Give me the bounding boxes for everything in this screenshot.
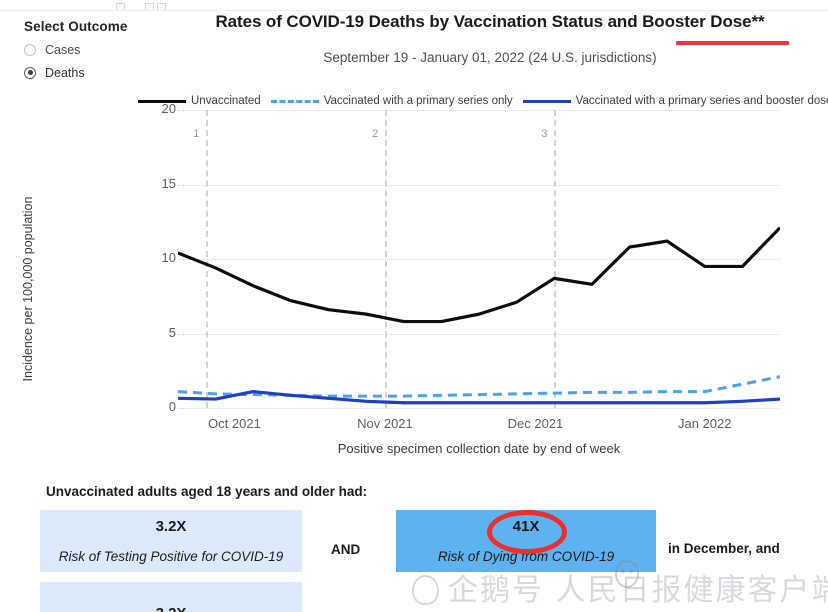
chart-subtitle: September 19 - January 01, 2022 (24 U.S.…: [323, 50, 657, 65]
stat-caption-cases-december: Risk of Testing Positive for COVID-19: [58, 548, 284, 564]
chart-title: Rates of COVID-19 Deaths by Vaccination …: [215, 12, 765, 31]
radio-option-cases[interactable]: Cases: [24, 42, 154, 57]
y-axis-tick-label: 10: [161, 250, 176, 265]
toolbar-icon-1[interactable]: [116, 3, 125, 10]
stat-box-deaths-december[interactable]: 41X Risk of Dying from COVID-19: [396, 510, 656, 572]
stat-multiplier-cases-december: 3.2X: [155, 517, 187, 535]
plot-area: 1 2 3 Oct 2021 Nov 2021 Dec 2021 Jan 2022: [178, 110, 780, 431]
x-axis-title: Positive specimen collection date by end…: [337, 441, 621, 456]
chart-legend: Unvaccinated Vaccinated with a primary s…: [138, 95, 828, 107]
toolbar-strip: [0, 0, 828, 11]
stat-box-cases-december[interactable]: 3.2X Risk of Testing Positive for COVID-…: [40, 510, 302, 572]
legend-line-icon-booster: [522, 99, 571, 103]
radio-icon-deaths: [24, 66, 36, 79]
y-axis-tick-label: 15: [161, 175, 176, 191]
radio-icon-cases: [24, 43, 36, 56]
radio-option-deaths[interactable]: Deaths: [24, 65, 154, 80]
legend-label-booster: Vaccinated with a primary series and boo…: [575, 95, 828, 107]
x-axis-tick-label: Dec 2021: [507, 416, 564, 431]
legend-line-icon-primary-series: [270, 99, 319, 103]
outcome-selector-title: Select Outcome: [24, 19, 128, 34]
line-chart: Incidence per 100,000 population 0 5 10 15 2…: [0, 101, 828, 456]
y-axis-ticks: 0 5 10 15 20: [150, 101, 176, 414]
radio-label-cases: Cases: [45, 42, 81, 57]
legend-item-primary-series[interactable]: Vaccinated with a primary series only: [270, 95, 513, 107]
x-axis-tick-label: Oct 2021: [208, 416, 261, 431]
stat-caption-deaths-december: Risk of Dying from COVID-19: [437, 548, 615, 564]
comparison-trailing-text: in December, and: [668, 541, 780, 556]
legend-label-unvaccinated: Unvaccinated: [191, 95, 261, 107]
y-axis-title: Incidence per 100,000 population: [21, 196, 35, 382]
series-line: [178, 226, 780, 324]
toolbar-icon-3[interactable]: [157, 3, 166, 10]
x-axis-tick-label: Jan 2022: [678, 416, 732, 431]
stat-multiplier-deaths-december: 41X: [512, 517, 540, 535]
title-underline-annotation: [676, 41, 789, 45]
legend-label-primary-series: Vaccinated with a primary series only: [323, 95, 513, 107]
legend-item-booster[interactable]: Vaccinated with a primary series and boo…: [522, 95, 828, 107]
series-lines: [178, 226, 780, 405]
gridline: [178, 408, 780, 409]
x-axis-tick-label: Nov 2021: [357, 416, 413, 431]
stat-box-cases-november[interactable]: 3.2X: [40, 582, 302, 612]
radio-label-deaths: Deaths: [45, 65, 85, 80]
comparison-conjunction: AND: [331, 542, 361, 557]
toolbar-icon-2[interactable]: [145, 3, 154, 10]
stat-multiplier-cases-november: 3.2X: [156, 606, 187, 612]
y-axis-tick-label: 5: [168, 324, 176, 340]
y-axis-tick-label: 20: [161, 101, 176, 116]
comparison-heading: Unvaccinated adults aged 18 years and ol…: [46, 484, 368, 499]
y-axis-tick-label: 0: [168, 399, 176, 414]
screenshot-root: Select Outcome Cases Deaths Rates of COV…: [0, 0, 828, 612]
outcome-selector: Select Outcome Cases Deaths: [24, 19, 154, 80]
comparison-panel: Unvaccinated adults aged 18 years and ol…: [0, 470, 828, 612]
